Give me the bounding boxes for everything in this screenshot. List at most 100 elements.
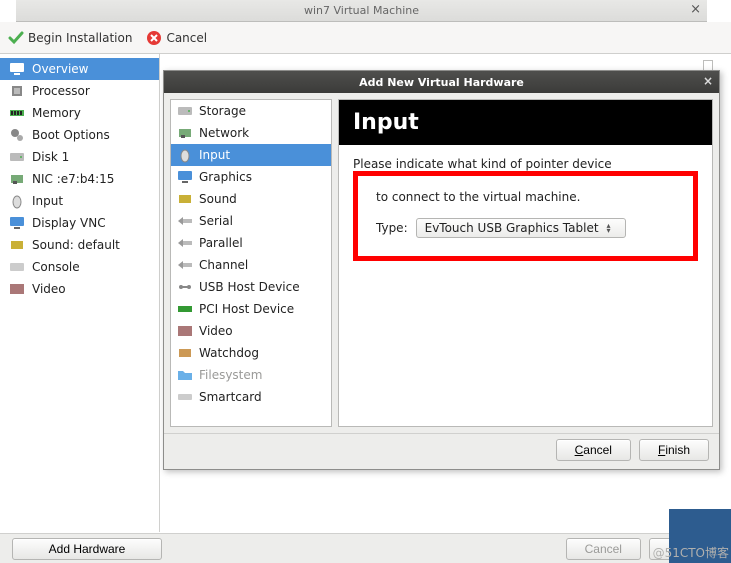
highlight-box: to connect to the virtual machine. Type:… — [353, 171, 698, 261]
usb-icon — [177, 279, 193, 295]
device-row-sound-default[interactable]: Sound: default — [0, 234, 159, 256]
pci-icon — [177, 301, 193, 317]
begin-installation-label: Begin Installation — [28, 31, 132, 45]
hw-row-graphics[interactable]: Graphics — [171, 166, 331, 188]
hw-row-label: Graphics — [199, 170, 252, 184]
gears-icon — [8, 127, 26, 143]
dialog-button-row: Cancel Finish — [164, 433, 719, 465]
device-row-input[interactable]: Input — [0, 190, 159, 212]
disk-icon — [8, 149, 26, 165]
card-icon — [177, 389, 193, 405]
hw-row-label: Video — [199, 324, 233, 338]
hw-row-filesystem: Filesystem — [171, 364, 331, 386]
sound-icon — [8, 237, 26, 253]
hw-row-label: Sound — [199, 192, 237, 206]
window-titlebar: win7 Virtual Machine × — [16, 0, 707, 22]
check-icon — [8, 30, 24, 46]
window-close-button[interactable]: × — [690, 2, 701, 17]
hw-row-label: Input — [199, 148, 230, 162]
device-row-label: NIC :e7:b4:15 — [32, 172, 114, 186]
add-hardware-button[interactable]: Add Hardware — [12, 538, 162, 560]
hardware-pane-heading: Input — [339, 100, 712, 145]
hw-row-channel[interactable]: Channel — [171, 254, 331, 276]
main-cancel-button: Cancel — [566, 538, 641, 560]
device-row-label: Disk 1 — [32, 150, 69, 164]
dialog-close-button[interactable]: × — [703, 74, 713, 88]
device-row-display-vnc[interactable]: Display VNC — [0, 212, 159, 234]
hw-row-parallel[interactable]: Parallel — [171, 232, 331, 254]
device-row-processor[interactable]: Processor — [0, 80, 159, 102]
window-title: win7 Virtual Machine — [304, 4, 419, 17]
monitor-icon — [8, 215, 26, 231]
hw-row-smartcard[interactable]: Smartcard — [171, 386, 331, 408]
hw-row-label: Storage — [199, 104, 246, 118]
add-hardware-dialog: Add New Virtual Hardware × Storage Netwo… — [163, 70, 720, 470]
type-select[interactable]: EvTouch USB Graphics Tablet ▴▾ — [416, 218, 626, 238]
hw-row-network[interactable]: Network — [171, 122, 331, 144]
hw-row-video[interactable]: Video — [171, 320, 331, 342]
hardware-type-list: Storage Network Input Graphics Sound Ser… — [170, 99, 332, 427]
device-row-overview[interactable]: Overview — [0, 58, 159, 80]
device-row-boot-options[interactable]: Boot Options — [0, 124, 159, 146]
nic-icon — [177, 125, 193, 141]
port-icon — [177, 213, 193, 229]
hardware-config-pane: Input Please indicate what kind of point… — [338, 99, 713, 427]
device-row-label: Display VNC — [32, 216, 106, 230]
device-row-disk-1[interactable]: Disk 1 — [0, 146, 159, 168]
device-row-label: Overview — [32, 62, 89, 76]
device-row-memory[interactable]: Memory — [0, 102, 159, 124]
begin-installation-button[interactable]: Begin Installation — [8, 30, 132, 46]
cpu-icon — [8, 83, 26, 99]
ram-icon — [8, 105, 26, 121]
device-row-label: Console — [32, 260, 80, 274]
watchdog-icon — [177, 345, 193, 361]
device-row-label: Input — [32, 194, 63, 208]
cancel-button[interactable]: Cancel — [146, 30, 207, 46]
hw-row-serial[interactable]: Serial — [171, 210, 331, 232]
device-list: Overview Processor Memory Boot Options D… — [0, 54, 160, 532]
device-row-label: Video — [32, 282, 66, 296]
type-select-value: EvTouch USB Graphics Tablet — [425, 221, 599, 235]
video-icon — [8, 281, 26, 297]
hw-row-label: Serial — [199, 214, 233, 228]
video-icon — [177, 323, 193, 339]
hw-row-pci-host-device[interactable]: PCI Host Device — [171, 298, 331, 320]
hw-row-label: Channel — [199, 258, 248, 272]
device-row-video[interactable]: Video — [0, 278, 159, 300]
cancel-label: Cancel — [166, 31, 207, 45]
monitor-icon — [8, 61, 26, 77]
hw-row-storage[interactable]: Storage — [171, 100, 331, 122]
hw-row-label: Watchdog — [199, 346, 259, 360]
type-label: Type: — [376, 221, 408, 235]
mouse-icon — [177, 147, 193, 163]
device-row-console[interactable]: Console — [0, 256, 159, 278]
hw-row-label: USB Host Device — [199, 280, 300, 294]
hw-row-label: Network — [199, 126, 249, 140]
hw-row-label: Parallel — [199, 236, 243, 250]
dialog-cancel-button[interactable]: Cancel — [556, 439, 631, 461]
hw-row-input[interactable]: Input — [171, 144, 331, 166]
device-row-label: Sound: default — [32, 238, 120, 252]
hw-row-label: Smartcard — [199, 390, 262, 404]
hw-row-watchdog[interactable]: Watchdog — [171, 342, 331, 364]
monitor-icon — [177, 169, 193, 185]
hw-row-label: PCI Host Device — [199, 302, 294, 316]
sound-icon — [177, 191, 193, 207]
hw-row-sound[interactable]: Sound — [171, 188, 331, 210]
disk-icon — [177, 103, 193, 119]
hw-row-label: Filesystem — [199, 368, 262, 382]
dialog-title: Add New Virtual Hardware — [359, 76, 524, 89]
dialog-titlebar: Add New Virtual Hardware × — [164, 71, 719, 93]
device-row-label: Memory — [32, 106, 81, 120]
device-row-nic-e7-b4-15[interactable]: NIC :e7:b4:15 — [0, 168, 159, 190]
folder-icon — [177, 367, 193, 383]
hardware-description-line2: to connect to the virtual machine. — [376, 190, 675, 204]
watermark-corner: @51CTO博客 — [653, 544, 729, 561]
device-row-label: Processor — [32, 84, 90, 98]
cancel-icon — [146, 30, 162, 46]
bottom-panel: Add Hardware Cancel Apply — [0, 533, 731, 563]
spin-icon: ▴▾ — [607, 223, 611, 233]
dialog-finish-button[interactable]: Finish — [639, 439, 709, 461]
hw-row-usb-host-device[interactable]: USB Host Device — [171, 276, 331, 298]
hardware-description-line1: Please indicate what kind of pointer dev… — [353, 157, 698, 171]
